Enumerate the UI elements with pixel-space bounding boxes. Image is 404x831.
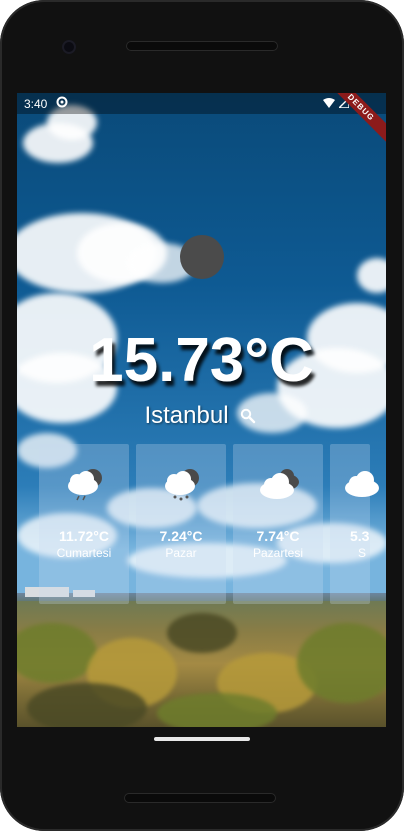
city-name: Istanbul bbox=[144, 402, 229, 429]
cloudy-icon bbox=[260, 469, 299, 499]
forecast-card[interactable]: 11.72°C Cumartesi bbox=[39, 444, 129, 604]
forecast-temp: 5.3 bbox=[350, 528, 370, 544]
bottom-speaker bbox=[124, 793, 276, 803]
home-indicator[interactable] bbox=[154, 737, 250, 741]
earpiece-speaker bbox=[126, 41, 278, 51]
search-button[interactable] bbox=[237, 405, 259, 427]
forecast-temp: 7.74°C bbox=[256, 528, 300, 544]
front-camera bbox=[62, 40, 76, 54]
weather-avatar bbox=[180, 235, 224, 279]
forecast-temp: 11.72°C bbox=[59, 528, 109, 544]
forecast-card[interactable]: 7.24°C Pazar bbox=[136, 444, 226, 604]
city-row: Istanbul bbox=[17, 402, 386, 430]
forecast-list[interactable]: 11.72°C Cumartesi 7.24°C Pazar 7.74°C Pa… bbox=[17, 444, 386, 604]
phone-frame: 3:40 DEBUG 15.73°C Istanbul 11.72°C Cuma… bbox=[0, 0, 404, 831]
cloud-sun-rain-icon bbox=[68, 469, 102, 501]
forecast-day: Cumartesi bbox=[56, 546, 112, 560]
forecast-day: Pazar bbox=[165, 546, 197, 560]
forecast-card[interactable]: 7.74°C Pazartesi bbox=[233, 444, 323, 604]
forecast-card[interactable]: 5.3 S bbox=[330, 444, 379, 604]
search-icon bbox=[240, 408, 255, 424]
settings-gear-icon bbox=[56, 96, 68, 108]
wifi-icon bbox=[323, 97, 335, 108]
forecast-day: Pazartesi bbox=[252, 546, 304, 560]
current-temperature: 15.73°C bbox=[89, 326, 314, 395]
app-screen: 3:40 DEBUG 15.73°C Istanbul 11.72°C Cuma… bbox=[17, 93, 386, 727]
status-time: 3:40 bbox=[24, 97, 48, 111]
cloud-icon bbox=[345, 471, 379, 497]
forecast-day: S bbox=[358, 546, 367, 560]
cloud-sun-snow-icon bbox=[165, 469, 199, 501]
forecast-temp: 7.24°C bbox=[159, 528, 203, 544]
status-bar: 3:40 bbox=[17, 93, 386, 114]
